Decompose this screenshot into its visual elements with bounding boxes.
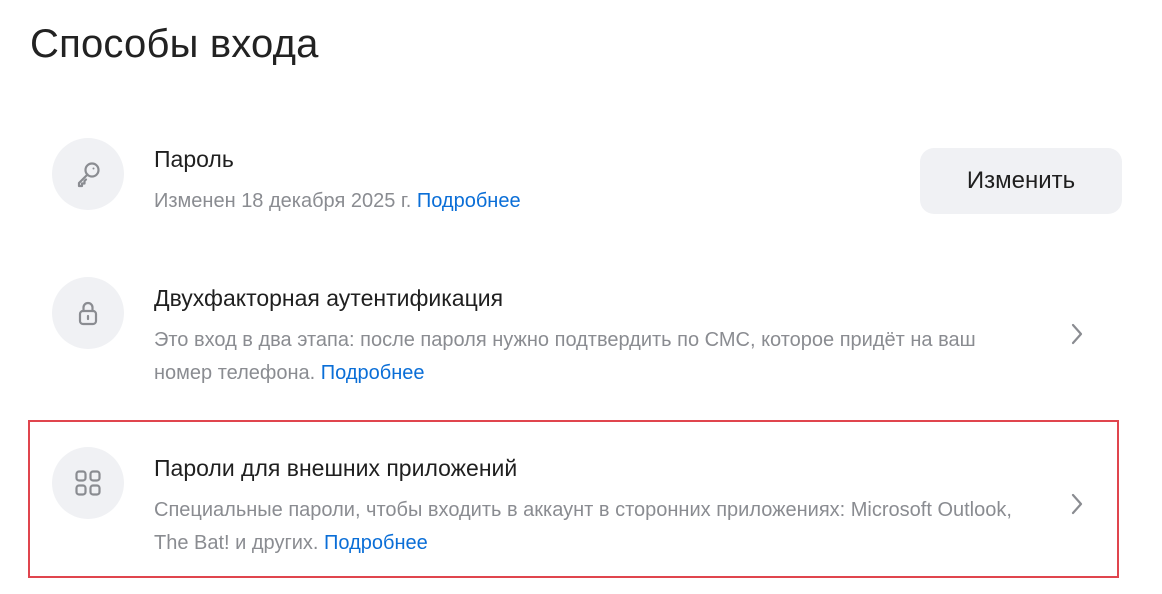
password-description: Изменен 18 декабря 2025 г. Подробнее [154,185,1014,218]
password-more-link[interactable]: Подробнее [417,190,521,212]
change-password-button[interactable]: Изменить [920,148,1122,214]
page-title: Способы входа [30,22,319,66]
grid-icon [52,447,124,519]
two-factor-title: Двухфакторная аутентификация [154,285,504,311]
two-factor-description-text: Это вход в два этапа: после пароля нужно… [154,329,976,384]
password-title: Пароль [154,146,234,172]
lock-icon [52,277,124,349]
chevron-right-icon[interactable] [1066,323,1088,345]
app-passwords-title: Пароли для внешних приложений [154,455,518,481]
app-passwords-description: Специальные пароли, чтобы входить в акка… [154,494,1014,560]
chevron-right-icon[interactable] [1066,493,1088,515]
password-changed-date: Изменен 18 декабря 2025 г. [154,190,412,212]
app-passwords-row[interactable]: Пароли для внешних приложений Специальны… [52,447,1122,559]
app-passwords-more-link[interactable]: Подробнее [324,532,428,554]
key-icon [52,138,124,210]
two-factor-more-link[interactable]: Подробнее [321,362,425,384]
two-factor-row[interactable]: Двухфакторная аутентификация Это вход в … [52,277,1122,389]
two-factor-description: Это вход в два этапа: после пароля нужно… [154,324,1014,390]
password-row: Пароль Изменен 18 декабря 2025 г. Подроб… [52,138,1122,228]
app-passwords-description-text: Специальные пароли, чтобы входить в акка… [154,499,1012,554]
